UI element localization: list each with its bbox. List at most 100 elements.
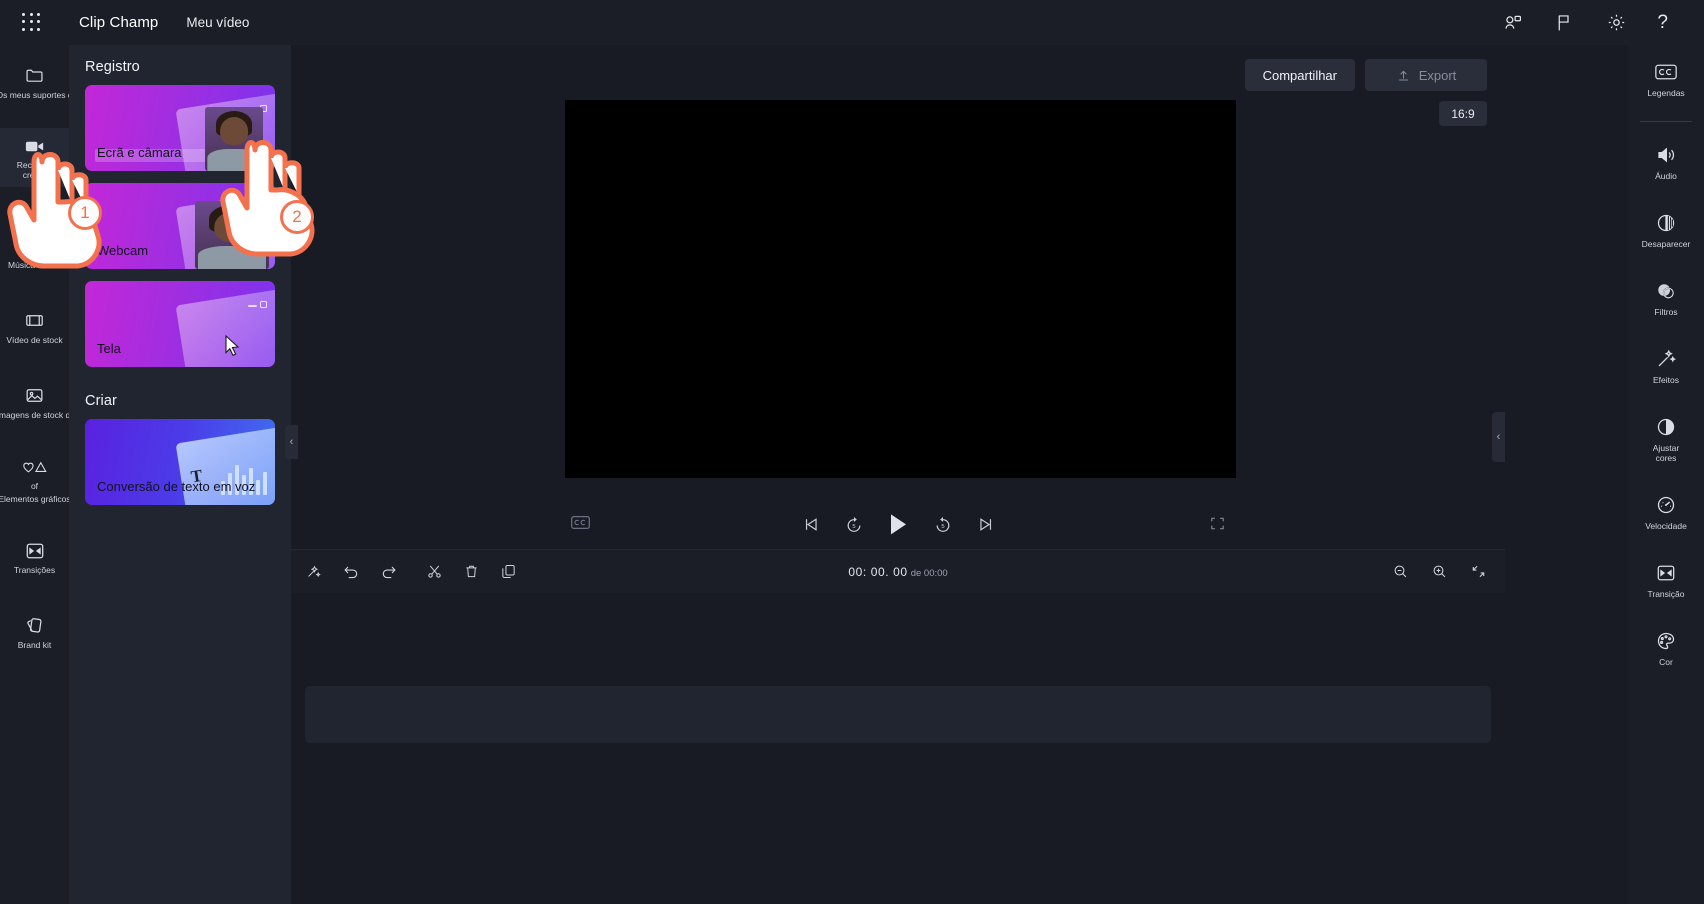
sidebar-item-transitions[interactable]: Transições	[0, 528, 69, 587]
magic-wand-icon[interactable]	[305, 563, 322, 580]
right-sidebar: Legendas Áudio Desaparecer Filtros Efeit…	[1505, 45, 1704, 904]
right-label-speed: Velocidade	[1645, 520, 1687, 531]
upload-icon	[1398, 70, 1408, 80]
filters-circles-icon	[1655, 280, 1677, 302]
screen-and-camera-card[interactable]: Ecrã e câmara	[85, 85, 275, 171]
right-label-color: Cor	[1659, 656, 1673, 667]
tutorial-badge-2: 2	[280, 200, 314, 234]
total-time: de 00:00	[910, 567, 948, 579]
film-strip-icon	[24, 310, 45, 332]
timeline-toolbar: 00: 00. 00 de 00:00	[291, 549, 1505, 593]
fit-to-screen-icon[interactable]	[1470, 563, 1487, 580]
current-time: 00: 00. 00	[848, 564, 908, 579]
panel-heading-create: Criar	[85, 393, 117, 409]
fullscreen-icon[interactable]	[1209, 515, 1226, 537]
panel-collapse-button[interactable]: ‹	[285, 425, 298, 459]
redo-icon[interactable]	[380, 563, 398, 581]
image-icon	[24, 385, 45, 407]
sidebar-label-stock-images: Imagens de stock de	[0, 409, 75, 420]
right-sidebar-tools: Legendas Áudio Desaparecer Filtros Efeit…	[1628, 45, 1704, 904]
right-label-filters: Filtros	[1654, 306, 1678, 317]
video-camera-icon	[23, 135, 46, 157]
trash-delete-icon[interactable]	[463, 563, 480, 580]
sidebar-item-stock-video[interactable]: Vídeo de stock	[0, 298, 69, 357]
right-item-filters[interactable]: Filtros	[1628, 272, 1704, 324]
card-art-person-webcam	[195, 201, 269, 269]
fade-icon	[1655, 212, 1677, 234]
flag-feedback-icon[interactable]	[1553, 12, 1575, 34]
skip-to-start-icon[interactable]	[801, 515, 820, 534]
right-item-color[interactable]: Cor	[1628, 622, 1704, 674]
zoom-in-icon[interactable]	[1431, 563, 1448, 580]
timeline-track[interactable]	[305, 686, 1491, 743]
play-button[interactable]	[888, 513, 909, 536]
top-bar: Clip Champ Meu vídeo ?	[0, 0, 1704, 45]
timeline-tools	[305, 563, 517, 581]
duplicate-copy-icon[interactable]	[500, 563, 517, 580]
sidebar-item-graphics[interactable]: of Elementos gráficos	[0, 448, 71, 512]
scissors-split-icon[interactable]	[426, 563, 443, 580]
sidebar-item-stock-images[interactable]: Imagens de stock de	[0, 373, 75, 432]
timeline-body[interactable]	[291, 593, 1505, 904]
right-label-fade: Desaparecer	[1641, 238, 1691, 249]
magic-wand-sparkle-icon	[1655, 348, 1677, 370]
right-item-effects[interactable]: Efeitos	[1628, 340, 1704, 392]
sidebar-item-record-create[interactable]: Record & create	[0, 128, 69, 187]
grid-apps-icon[interactable]	[22, 12, 42, 33]
record-create-panel: Registro Ecrã e câmara Webcam Tela Criar…	[69, 45, 291, 904]
card-art-equalizer	[183, 441, 275, 505]
screen-card[interactable]: Tela	[85, 281, 275, 367]
music-note-icon	[24, 235, 45, 257]
webcam-card[interactable]: Webcam	[85, 183, 275, 269]
export-label: Export	[1418, 67, 1457, 83]
text-to-speech-card[interactable]: T Conversão de texto em voz	[85, 419, 275, 505]
zoom-out-icon[interactable]	[1392, 563, 1409, 580]
forward-5s-icon[interactable]: 5	[933, 515, 953, 535]
sidebar-label-music-sfx: Música e SFX	[8, 259, 61, 270]
right-item-fade[interactable]: Desaparecer	[1628, 204, 1704, 256]
project-name[interactable]: Meu vídeo	[186, 15, 249, 30]
card-label-screen: Tela	[97, 341, 121, 356]
right-label-captions: Legendas	[1647, 87, 1685, 98]
svg-text:5: 5	[852, 524, 855, 530]
right-item-transition[interactable]: Transição	[1628, 554, 1704, 606]
shapes-heart-triangle-icon	[22, 456, 48, 478]
svg-text:5: 5	[941, 524, 944, 530]
transport-controls: 5 5	[291, 513, 1505, 536]
card-art-dots2	[248, 305, 257, 307]
card-art-square2	[260, 301, 267, 308]
right-item-audio[interactable]: Áudio	[1628, 136, 1704, 188]
closed-captions-icon	[1655, 61, 1677, 83]
sidebar-item-brand-kit[interactable]: Brand kit	[0, 603, 69, 662]
undo-icon[interactable]	[342, 563, 360, 581]
adjust-l2: cores	[1655, 452, 1677, 463]
aspect-ratio-button[interactable]: 16:9	[1439, 101, 1487, 126]
video-preview-canvas[interactable]	[565, 100, 1236, 478]
sidebar-item-music-sfx[interactable]: Música e SFX	[0, 223, 69, 282]
card-art-person	[205, 107, 263, 171]
share-button[interactable]: Compartilhar	[1244, 59, 1355, 91]
top-bar-actions: ?	[1501, 12, 1668, 34]
card-label-webcam: Webcam	[97, 243, 149, 258]
transition-icon	[24, 540, 46, 562]
tutorial-badge-1: 1	[68, 196, 102, 230]
sidebar-label-brand-kit: Brand kit	[17, 639, 52, 650]
right-item-adjust-colors[interactable]: Ajustar cores	[1628, 408, 1704, 470]
gear-settings-icon[interactable]	[1605, 12, 1627, 34]
people-share-icon[interactable]	[1501, 12, 1523, 34]
export-button[interactable]: Export	[1365, 59, 1487, 91]
right-item-speed[interactable]: Velocidade	[1628, 486, 1704, 538]
right-item-captions[interactable]: Legendas	[1628, 53, 1704, 105]
help-icon[interactable]: ?	[1657, 13, 1668, 32]
speaker-volume-icon	[1655, 144, 1677, 166]
sidebar-item-my-media[interactable]: Os meus suportes de dados	[0, 53, 103, 112]
brand-title[interactable]: Clip Champ	[79, 14, 158, 31]
right-label-adjust-colors: Ajustar cores	[1653, 443, 1679, 463]
record-label-l2: create	[22, 169, 47, 180]
right-panel-collapse-button[interactable]: ‹	[1492, 412, 1505, 462]
folder-icon	[24, 65, 45, 87]
card-label-tts: Conversão de texto em voz	[97, 479, 256, 494]
sidebar-label-transitions: Transições	[13, 564, 56, 575]
skip-to-end-icon[interactable]	[977, 515, 996, 534]
rewind-5s-icon[interactable]: 5	[844, 515, 864, 535]
